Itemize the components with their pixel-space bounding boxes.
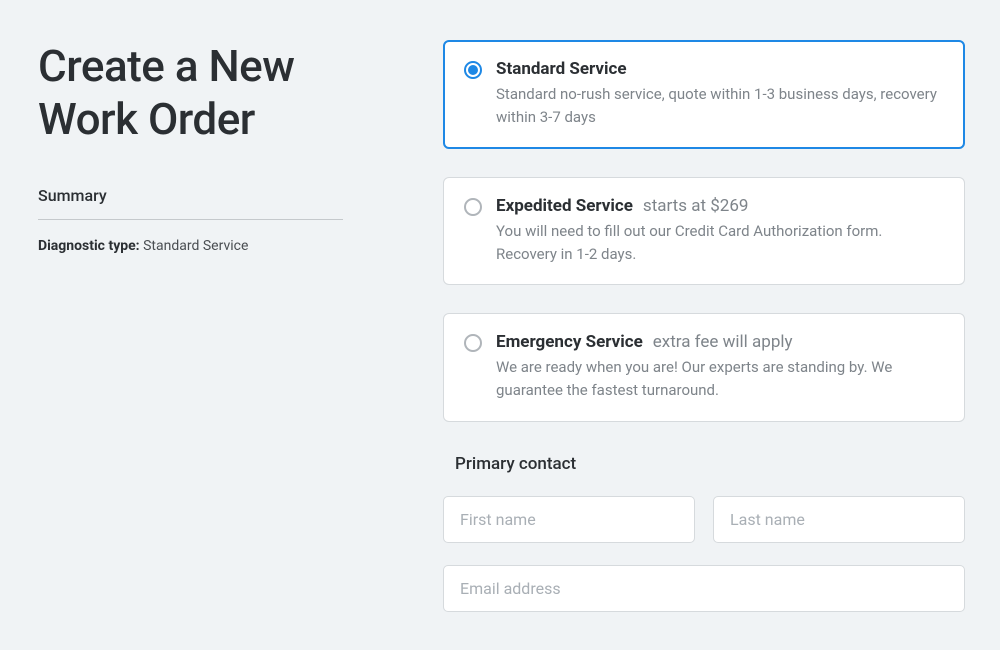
service-description: We are ready when you are! Our experts a… [496,356,944,403]
email-field[interactable] [443,565,965,612]
summary-diagnostic-value: Standard Service [143,238,248,254]
service-description: Standard no-rush service, quote within 1… [496,83,944,130]
summary-heading: Summary [38,186,343,220]
radio-icon[interactable] [464,198,482,216]
service-option-expedited[interactable]: Expedited Service starts at $269 You wil… [443,177,965,286]
service-title: Emergency Service [496,332,643,352]
summary-diagnostic-label: Diagnostic type: [38,238,140,254]
service-option-emergency[interactable]: Emergency Service extra fee will apply W… [443,313,965,422]
first-name-field[interactable] [443,496,695,543]
summary-diagnostic-row: Diagnostic type: Standard Service [38,238,343,254]
service-option-standard[interactable]: Standard Service Standard no-rush servic… [443,40,965,149]
page-title: Create a New Work Order [38,40,343,146]
service-title: Expedited Service [496,196,633,216]
last-name-field[interactable] [713,496,965,543]
primary-contact-heading: Primary contact [455,454,965,474]
service-description: You will need to fill out our Credit Car… [496,220,944,267]
service-title: Standard Service [496,59,627,79]
service-subtitle: extra fee will apply [653,332,793,352]
radio-icon[interactable] [464,61,482,79]
service-subtitle: starts at $269 [643,196,749,216]
radio-icon[interactable] [464,334,482,352]
